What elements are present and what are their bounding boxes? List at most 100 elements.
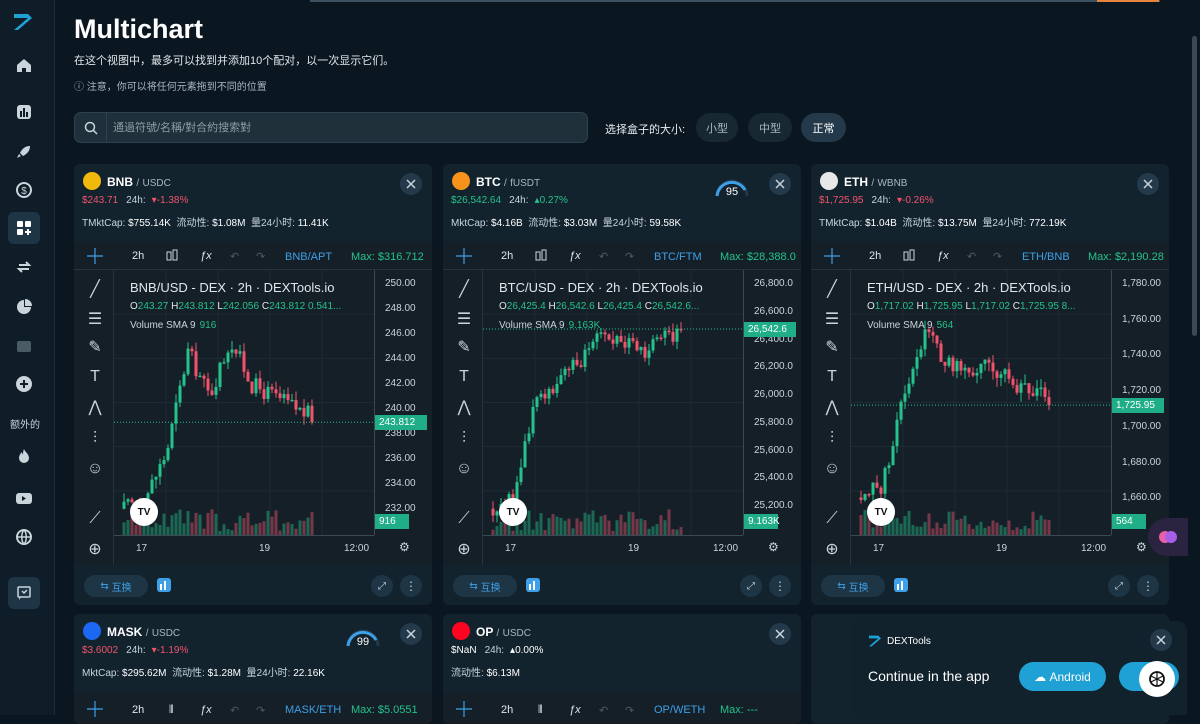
indicators-icon[interactable]: ƒx	[200, 704, 212, 716]
chart-settings-icon[interactable]: ⚙	[399, 540, 410, 554]
fib-icon[interactable]: ☰	[822, 310, 842, 328]
interval-button[interactable]: 2h	[501, 704, 513, 716]
swap-button[interactable]: ⇆ 互换	[821, 575, 885, 597]
chart-panel[interactable]: ETH / WBNB $1,725.95 24h: ▾-0.26% TMktCap: $…	[811, 164, 1169, 605]
chart-panel[interactable]: BNB / USDC $243.71 24h: ▾-1.38% TMktCap: $75…	[74, 164, 432, 605]
dollar-icon[interactable]: $	[8, 174, 40, 206]
compare-pair-link[interactable]: OP/WETH	[654, 704, 705, 716]
search-input[interactable]	[113, 113, 573, 142]
chart-icon[interactable]	[8, 96, 40, 128]
youtube-icon[interactable]	[8, 482, 40, 514]
crosshair-icon[interactable]	[85, 700, 105, 718]
emoji-icon[interactable]: ☺	[454, 460, 474, 478]
close-panel-button[interactable]	[769, 623, 791, 645]
size-medium-button[interactable]: 中型	[748, 113, 792, 142]
candle-type-icon[interactable]	[162, 247, 182, 265]
more-options-button[interactable]: ⋮	[769, 575, 791, 597]
pattern-icon[interactable]: ⋀	[85, 398, 105, 416]
expand-button[interactable]: ⤢	[740, 575, 762, 597]
fib-icon[interactable]: ☰	[85, 310, 105, 328]
ruler-icon[interactable]: ⟋	[822, 510, 842, 528]
brush-icon[interactable]: ✎	[85, 338, 105, 356]
swap-icon[interactable]	[8, 251, 40, 283]
dextools-logo-icon[interactable]	[11, 10, 35, 34]
expand-button[interactable]: ⤢	[371, 575, 393, 597]
close-panel-button[interactable]	[769, 173, 791, 195]
indicators-icon[interactable]: ƒx	[569, 250, 581, 262]
text-icon[interactable]: T	[454, 368, 474, 386]
price-axis[interactable]: 26,800.0 26,600.0 26,400.0 26,200.0 26,000.0…	[743, 270, 801, 535]
undo-icon[interactable]: ↶	[599, 704, 608, 717]
chart-panel[interactable]: OP / USDC $NaN 24h: ▴0.00% 流动性: $6.13M 2h ⫴ …	[443, 614, 801, 724]
pattern-icon[interactable]: ⋀	[454, 398, 474, 416]
chat-assistant-button[interactable]	[1139, 661, 1175, 697]
swap-button[interactable]: ⇆ 互换	[453, 575, 517, 597]
prediction-icon[interactable]: ⫶	[454, 430, 474, 448]
more-options-button[interactable]: ⋮	[1137, 575, 1159, 597]
time-axis[interactable]: 17 19 12:00	[483, 535, 743, 565]
undo-icon[interactable]: ↶	[967, 250, 976, 263]
pattern-icon[interactable]: ⋀	[822, 398, 842, 416]
pie-icon[interactable]	[8, 291, 40, 323]
tradingview-logo-icon[interactable]: TV	[499, 498, 527, 526]
compare-pair-link[interactable]: ETH/BNB	[1022, 251, 1070, 263]
indicators-icon[interactable]: ƒx	[937, 250, 949, 262]
crosshair-icon[interactable]	[454, 247, 474, 265]
zoom-icon[interactable]: ⊕	[454, 540, 474, 558]
close-panel-button[interactable]	[400, 623, 422, 645]
time-axis[interactable]: 17 19 12:00	[114, 535, 374, 565]
zoom-icon[interactable]: ⊕	[822, 540, 842, 558]
compare-pair-link[interactable]: MASK/ETH	[285, 704, 341, 716]
trendline-icon[interactable]: ╱	[85, 280, 105, 298]
tradingview-logo-icon[interactable]: TV	[867, 498, 895, 526]
ai-brain-button[interactable]	[1148, 518, 1188, 556]
size-normal-button[interactable]: 正常	[801, 113, 846, 142]
rocket-icon[interactable]	[8, 136, 40, 168]
fib-icon[interactable]: ☰	[454, 310, 474, 328]
emoji-icon[interactable]: ☺	[85, 460, 105, 478]
fire-icon[interactable]	[8, 440, 40, 472]
indicators-icon[interactable]: ƒx	[569, 704, 581, 716]
chart-settings-icon[interactable]: ⚙	[768, 540, 779, 554]
candle-type-icon[interactable]: ⫴	[538, 704, 543, 717]
pair-symbol[interactable]: OP / USDC	[476, 625, 531, 639]
plus-circle-icon[interactable]	[8, 368, 40, 400]
chart-settings-icon[interactable]: ⚙	[1136, 540, 1147, 554]
stats-chart-icon[interactable]	[893, 577, 909, 598]
emoji-icon[interactable]: ☺	[822, 460, 842, 478]
stats-chart-icon[interactable]	[156, 577, 172, 598]
trendline-icon[interactable]: ╱	[454, 280, 474, 298]
swap-button[interactable]: ⇆ 互换	[84, 575, 148, 597]
feedback-icon[interactable]	[8, 577, 40, 609]
candle-type-icon[interactable]: ⫴	[169, 704, 174, 717]
scrollbar-thumb[interactable]	[1192, 36, 1197, 336]
indicators-icon[interactable]: ƒx	[200, 250, 212, 262]
redo-icon[interactable]: ↷	[625, 250, 634, 263]
trendline-icon[interactable]: ╱	[822, 280, 842, 298]
pair-symbol[interactable]: ETH / WBNB	[844, 175, 907, 189]
pair-symbol[interactable]: MASK / USDC	[107, 625, 180, 639]
ruler-icon[interactable]: ⟋	[454, 510, 474, 528]
crosshair-icon[interactable]	[85, 247, 105, 265]
brush-icon[interactable]: ✎	[454, 338, 474, 356]
size-small-button[interactable]: 小型	[696, 113, 738, 142]
interval-button[interactable]: 2h	[869, 250, 881, 262]
undo-icon[interactable]: ↶	[230, 704, 239, 717]
ruler-icon[interactable]: ⟋	[85, 510, 105, 528]
zoom-icon[interactable]: ⊕	[85, 540, 105, 558]
interval-button[interactable]: 2h	[501, 250, 513, 262]
price-axis[interactable]: 250.00 248.00 246.00 244.00 242.00 240.00 238.…	[374, 270, 432, 535]
interval-button[interactable]: 2h	[132, 704, 144, 716]
close-panel-button[interactable]	[1137, 173, 1159, 195]
brush-icon[interactable]: ✎	[822, 338, 842, 356]
more-options-button[interactable]: ⋮	[400, 575, 422, 597]
chart-panel[interactable]: BTC / fUSDT 95 $26,542.64 24h: ▴0.27% MktCap:…	[443, 164, 801, 605]
globe-icon[interactable]	[8, 521, 40, 553]
chart-panel[interactable]: MASK / USDC 99 $3.6002 24h: ▾-1.19% MktCap: $…	[74, 614, 432, 724]
time-axis[interactable]: 17 19 12:00	[851, 535, 1111, 565]
prediction-icon[interactable]: ⫶	[85, 430, 105, 448]
expand-button[interactable]: ⤢	[1108, 575, 1130, 597]
crosshair-icon[interactable]	[822, 247, 842, 265]
undo-icon[interactable]: ↶	[599, 250, 608, 263]
close-panel-button[interactable]	[400, 173, 422, 195]
